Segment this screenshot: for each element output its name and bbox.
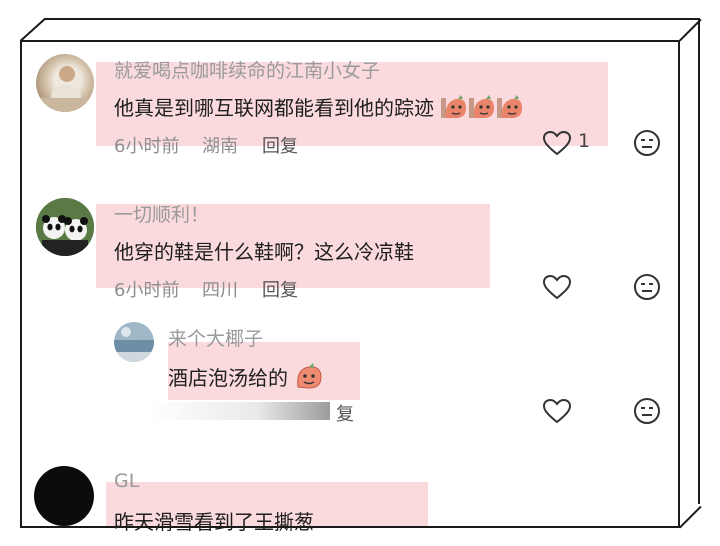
comment-username[interactable]: 一切顺利！ [114,200,209,227]
comment-text: 昨天滑雪看到了王撕葱 [114,510,314,534]
avatar[interactable] [114,322,154,362]
comment-time: 6小时前 [114,136,180,157]
sausage-face-sticker-icon [294,363,324,396]
frame-corner-bottom [679,505,702,529]
sausage-sticker-icon [440,94,524,125]
frame-back-top-edge [44,18,700,20]
like-count: 1 [578,130,591,152]
comment-time: 6小时前 [114,280,180,301]
reply-button[interactable]: 回复 [262,276,298,302]
comment-text-content: 酒店泡汤给的 [168,366,288,390]
comment-location: 四川 [202,280,238,301]
heart-outline-icon[interactable] [542,130,572,160]
meh-face-icon[interactable] [633,129,661,161]
avatar[interactable] [34,466,94,526]
comment-text: 他穿的鞋是什么鞋啊？这么冷凉鞋 [114,240,414,264]
heart-outline-icon[interactable] [542,274,572,304]
avatar[interactable] [36,198,94,256]
meh-face-icon[interactable] [633,397,661,429]
panda-photo-icon [36,198,94,256]
reply-button[interactable]: 复 [336,400,354,426]
comment-location: 湖南 [202,136,238,157]
comment-username[interactable]: GL [114,470,139,492]
comment-text-content: 他真是到哪互联网都能看到他的踪迹 [114,96,434,120]
comment-text: 酒店泡汤给的 [168,362,324,396]
beach-photo-icon [114,322,154,362]
avatar[interactable] [36,54,94,112]
comment-username[interactable]: 就爱喝点咖啡续命的江南小女子 [114,56,380,83]
comment-username[interactable]: 来个大椰子 [168,324,263,351]
frame-front-left-edge [20,40,22,528]
avatar-photo-icon [36,66,94,112]
frame-front-top-edge [20,40,680,42]
blurred-meta-bar [150,402,330,420]
comment-text: 他真是到哪互联网都能看到他的踪迹 [114,92,524,125]
reply-button[interactable]: 回复 [262,132,298,158]
frame-back-right-edge [698,18,700,504]
meh-face-icon[interactable] [633,273,661,305]
heart-outline-icon[interactable] [542,398,572,428]
frame-corner-left [20,17,46,42]
frame-front-right-edge [678,40,680,528]
